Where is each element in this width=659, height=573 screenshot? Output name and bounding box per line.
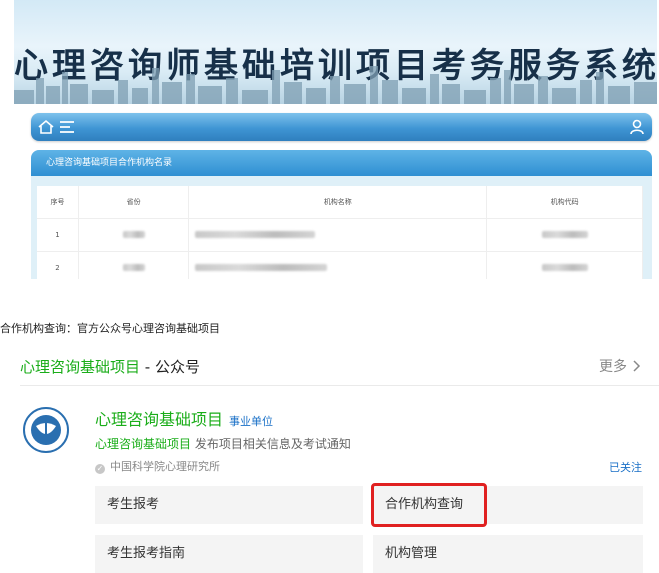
portal-screenshot: 心理咨询师基础培训项目考务服务系统 心理咨询基础项目合作机构名录 序号 省份 机… — [14, 0, 657, 279]
account-description-text: 发布项目相关信息及考试通知 — [191, 437, 351, 451]
row-index: 2 — [37, 251, 79, 279]
redacted-province — [122, 230, 145, 238]
verification-org: 中国科学院心理研究所 — [110, 460, 220, 473]
table-header-row: 序号 省份 机构名称 机构代码 — [37, 186, 643, 219]
account-description-name: 心理咨询基础项目 — [95, 437, 192, 451]
portal-banner: 心理咨询师基础培训项目考务服务系统 — [14, 0, 657, 104]
column-header-province: 省份 — [78, 186, 190, 219]
portal-nav-bar — [31, 113, 652, 141]
verified-check-icon: ✓ — [95, 464, 105, 474]
more-link[interactable]: 更多 — [599, 356, 641, 376]
user-icon[interactable] — [628, 118, 646, 136]
redacted-code — [541, 230, 588, 238]
account-description: 心理咨询基础项目 发布项目相关信息及考试通知 — [95, 435, 351, 452]
card-title-suffix: - 公众号 — [140, 358, 200, 376]
caption-label: 合作机构查询： — [0, 322, 77, 335]
card-title-account: 心理咨询基础项目 — [20, 358, 141, 376]
redacted-code — [541, 263, 588, 271]
account-type-tag: 事业单位 — [229, 415, 274, 428]
table-row[interactable]: 1 — [37, 218, 643, 252]
menu-button-institution-management[interactable]: 机构管理 — [373, 535, 643, 573]
column-header-name: 机构名称 — [188, 186, 488, 219]
row-index: 1 — [37, 218, 79, 252]
account-logo-icon[interactable] — [22, 406, 70, 454]
redacted-name — [195, 263, 328, 271]
home-icon[interactable] — [37, 118, 55, 136]
verification-line: ✓ 中国科学院心理研究所 — [95, 458, 220, 474]
more-label: 更多 — [599, 359, 627, 375]
account-name-link[interactable]: 心理咨询基础项目 事业单位 — [95, 406, 273, 430]
table-row[interactable]: 2 — [37, 251, 643, 279]
column-header-index: 序号 — [37, 186, 79, 219]
account-name: 心理咨询基础项目 — [95, 410, 224, 429]
redacted-province — [122, 263, 145, 271]
followed-status[interactable]: 已关注 — [609, 459, 642, 475]
caption-text: 官方公众号心理咨询基础项目 — [77, 322, 220, 335]
menu-button-registration-guide[interactable]: 考生报考指南 — [95, 535, 363, 573]
red-highlight-box — [371, 483, 487, 527]
card-title: 心理咨询基础项目 - 公众号 — [20, 356, 200, 377]
column-header-code: 机构代码 — [486, 186, 643, 219]
redacted-name — [195, 230, 316, 238]
city-skyline-image — [14, 66, 657, 104]
menu-icon[interactable] — [58, 118, 76, 136]
official-account-card: 心理咨询基础项目 - 公众号 更多 心理咨询基础项目 事业单位 心理咨询基础项目 … — [0, 340, 659, 573]
chevron-right-icon — [633, 360, 641, 372]
institution-table: 序号 省份 机构名称 机构代码 1 2 — [37, 186, 643, 279]
menu-button-candidate-registration[interactable]: 考生报考 — [95, 486, 363, 524]
institution-list-panel: 心理咨询基础项目合作机构名录 序号 省份 机构名称 机构代码 1 2 — [31, 150, 652, 279]
divider — [20, 385, 659, 386]
caption-line: 合作机构查询：官方公众号心理咨询基础项目 — [0, 320, 220, 336]
panel-title: 心理咨询基础项目合作机构名录 — [31, 150, 652, 176]
